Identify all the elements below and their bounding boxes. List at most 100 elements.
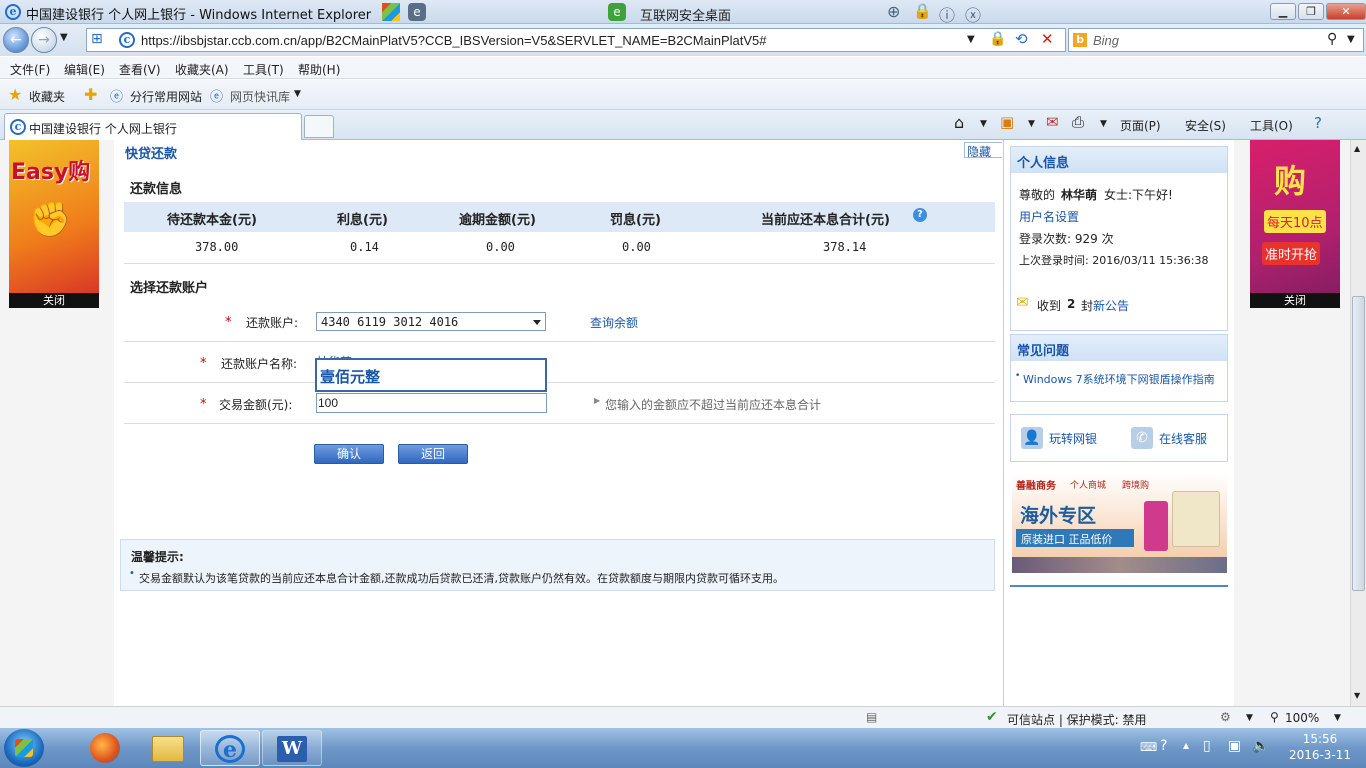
command-tools[interactable]: 工具(O) xyxy=(1250,117,1293,134)
close-button[interactable]: ✕ xyxy=(1326,3,1366,20)
new-tab-button[interactable] xyxy=(304,115,334,138)
command-page[interactable]: 页面(P) xyxy=(1120,117,1161,134)
device-icon[interactable]: ▯ xyxy=(1203,738,1211,754)
left-ad-close-button[interactable]: 关闭 xyxy=(9,293,99,308)
chevron-down-icon[interactable]: ▼ xyxy=(1246,713,1253,723)
stop-icon[interactable]: ✕ xyxy=(1041,30,1054,48)
new-notice-link[interactable]: 新公告 xyxy=(1093,297,1129,314)
clock[interactable]: 15:56 2016-3-11 xyxy=(1280,731,1360,763)
back-button-form[interactable]: 返回 xyxy=(398,444,468,464)
username-settings-link[interactable]: 用户名设置 xyxy=(1019,208,1079,225)
col-overdue: 逾期金额(元) xyxy=(459,213,536,228)
play-bank-link[interactable]: 玩转网银 xyxy=(1049,430,1097,447)
search-icon[interactable]: ⚲ xyxy=(1327,31,1337,47)
promo-banner[interactable]: 善融商务 个人商城 跨境购 海外专区 原装进口 正品低价 xyxy=(1012,473,1227,573)
tab-ccb[interactable]: c 中国建设银行 个人网上银行 xyxy=(4,113,302,140)
info-icon[interactable]: ⓘ xyxy=(939,2,955,26)
menu-favorites[interactable]: 收藏夹(A) xyxy=(175,61,229,78)
chevron-down-icon[interactable]: ▼ xyxy=(1028,119,1035,129)
favorites-star-icon[interactable]: ★ xyxy=(8,85,22,104)
taskbar-firefox[interactable] xyxy=(76,730,136,766)
scroll-up-icon[interactable]: ▲ xyxy=(1354,144,1360,153)
search-dropdown-icon[interactable]: ▼ xyxy=(1347,34,1355,45)
right-ad-close-button[interactable]: 关闭 xyxy=(1250,293,1340,308)
ie-logo-icon: e xyxy=(5,4,21,20)
chevron-down-icon[interactable]: ▼ xyxy=(1100,119,1107,129)
maximize-button[interactable]: ❐ xyxy=(1298,3,1324,20)
scroll-down-icon[interactable]: ▼ xyxy=(1354,691,1360,700)
faq-item-link[interactable]: Windows 7系统环境下网银盾操作指南 xyxy=(1023,371,1215,387)
mail-icon[interactable]: ✉ xyxy=(1046,113,1059,131)
start-button[interactable] xyxy=(4,729,44,767)
print-icon[interactable]: ⎙ xyxy=(1072,113,1084,131)
add-to-favorites-icon[interactable]: ⊞ xyxy=(91,31,103,47)
add-icon[interactable]: ⊕ xyxy=(887,2,900,21)
amount-input[interactable]: 100 xyxy=(316,393,547,413)
phone-icon[interactable]: ✆ xyxy=(1131,427,1153,449)
tray-arrow-icon[interactable]: ▴ xyxy=(1183,738,1189,752)
right-ad-banner[interactable]: 购 每天10点 准时开抢 关闭 xyxy=(1250,140,1340,308)
help-icon[interactable]: ? xyxy=(913,208,927,222)
padlock-icon[interactable]: 🔒 xyxy=(989,31,1006,47)
amount-uppercase-tooltip: 壹佰元整 xyxy=(315,358,547,392)
divider xyxy=(124,341,995,342)
chevron-down-icon[interactable]: ▼ xyxy=(294,89,301,99)
scroll-thumb[interactable] xyxy=(1352,296,1365,591)
protected-mode-icon[interactable]: ⚙ xyxy=(1220,710,1231,724)
url-dropdown-icon[interactable]: ▼ xyxy=(967,34,975,45)
zoom-icon[interactable]: ⚲ xyxy=(1270,710,1279,724)
lock-icon[interactable]: 🔒 xyxy=(913,2,932,20)
taskbar-explorer[interactable] xyxy=(138,730,198,766)
vertical-scrollbar[interactable]: ▲ ▼ xyxy=(1350,140,1366,706)
volume-icon[interactable]: 🔈 xyxy=(1252,738,1269,754)
keyboard-icon[interactable]: ⌨ xyxy=(1140,740,1157,754)
left-ad-banner[interactable]: Easy购 ✊ 关闭 xyxy=(9,140,99,308)
command-safety[interactable]: 安全(S) xyxy=(1185,117,1226,134)
menu-edit[interactable]: 编辑(E) xyxy=(64,61,105,78)
personal-info-title: 个人信息 xyxy=(1011,147,1227,173)
zoom-level[interactable]: 100% xyxy=(1285,711,1319,725)
security-zone[interactable]: 可信站点 | 保护模式: 禁用 xyxy=(1007,711,1147,728)
home-icon[interactable]: ⌂ xyxy=(954,113,964,132)
url-text[interactable]: https://ibsbjstar.ccb.com.cn/app/B2CMain… xyxy=(141,33,767,48)
menu-view[interactable]: 查看(V) xyxy=(119,61,161,78)
tips-title: 温馨提示: xyxy=(131,550,184,564)
user-name: 林华萌 xyxy=(1061,188,1098,202)
favorites-item-web-slices[interactable]: 网页快讯库 xyxy=(230,88,290,105)
help-icon[interactable]: ? xyxy=(1314,114,1322,132)
online-service-link[interactable]: 在线客服 xyxy=(1159,430,1207,447)
favorites-label[interactable]: 收藏夹 xyxy=(29,88,65,105)
close-circle-icon[interactable]: ⓧ xyxy=(965,2,981,26)
address-field[interactable]: ⊞ c https://ibsbjstar.ccb.com.cn/app/B2C… xyxy=(86,28,1066,52)
envelope-icon: ✉ xyxy=(1016,293,1029,311)
notice-prefix: 收到 xyxy=(1037,299,1062,313)
history-dropdown-icon[interactable]: ▼ xyxy=(60,32,68,43)
favorites-item-branch-sites[interactable]: 分行常用网站 xyxy=(130,88,202,105)
chevron-down-icon[interactable] xyxy=(533,320,541,325)
menu-tools[interactable]: 工具(T) xyxy=(243,61,284,78)
menu-help[interactable]: 帮助(H) xyxy=(298,61,340,78)
help-tray-icon[interactable]: ? xyxy=(1160,738,1167,754)
taskbar-ie[interactable]: e xyxy=(200,730,260,766)
confirm-button[interactable]: 确认 xyxy=(314,444,384,464)
account-select[interactable]: 4340 6119 3012 4016 xyxy=(316,312,546,331)
chevron-down-icon[interactable]: ▼ xyxy=(980,119,987,129)
taskbar-word[interactable]: W xyxy=(262,730,322,766)
minimize-button[interactable]: ▁ xyxy=(1270,3,1296,20)
network-icon[interactable]: ▣ xyxy=(1228,738,1241,754)
chevron-down-icon[interactable]: ▼ xyxy=(1334,713,1341,723)
query-balance-link[interactable]: 查询余额 xyxy=(590,314,638,331)
forward-button[interactable]: → xyxy=(31,27,57,53)
amount-hint: 您输入的金额应不超过当前应还本息合计 xyxy=(605,398,822,412)
back-button[interactable]: ← xyxy=(3,27,29,53)
page-status-icon: ▤ xyxy=(866,710,878,724)
menu-file[interactable]: 文件(F) xyxy=(10,61,50,78)
add-favorite-icon[interactable]: ✚ xyxy=(84,85,97,104)
refresh-icon[interactable]: ⟲ xyxy=(1015,30,1028,48)
hide-label[interactable]: 隐藏 xyxy=(967,143,991,160)
right-ad-sub1: 每天10点 xyxy=(1264,210,1326,233)
hide-toggle[interactable]: 隐藏 xyxy=(964,142,1002,160)
search-field[interactable]: b Bing ⚲ ▼ xyxy=(1068,28,1364,52)
feeds-icon[interactable]: ▣ xyxy=(1000,113,1014,131)
user-icon[interactable]: 👤 xyxy=(1021,427,1043,449)
